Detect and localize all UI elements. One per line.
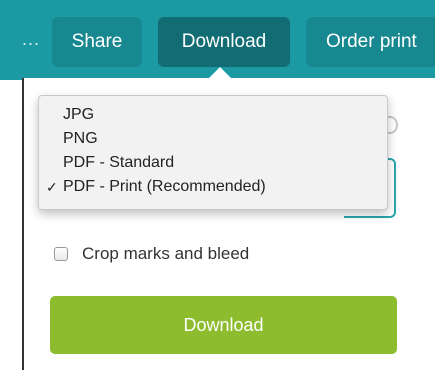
option-pdf-standard[interactable]: PDF - Standard: [39, 151, 387, 175]
crop-marks-checkbox[interactable]: [54, 247, 68, 261]
checkmark-icon: ✓: [46, 179, 58, 195]
panel-pointer-caret: [208, 67, 232, 79]
crop-marks-label: Crop marks and bleed: [82, 244, 250, 263]
option-label: PDF - Print (Recommended): [63, 178, 266, 195]
option-label: PDF - Standard: [63, 154, 175, 171]
option-pdf-print[interactable]: ✓ PDF - Print (Recommended): [39, 175, 387, 199]
crop-marks-row: Crop marks and bleed: [54, 242, 249, 266]
download-tab[interactable]: Download: [158, 17, 290, 67]
option-label: JPG: [63, 106, 95, 123]
share-tab[interactable]: Share: [52, 17, 142, 67]
file-type-dropdown: JPG PNG PDF - Standard ✓ PDF - Print (Re…: [38, 95, 388, 210]
download-button[interactable]: Download: [50, 296, 397, 354]
option-label: PNG: [63, 130, 98, 147]
option-jpg[interactable]: JPG: [39, 103, 387, 127]
more-menu-icon[interactable]: ...: [22, 30, 40, 48]
order-print-tab[interactable]: Order print: [306, 17, 435, 67]
option-png[interactable]: PNG: [39, 127, 387, 151]
